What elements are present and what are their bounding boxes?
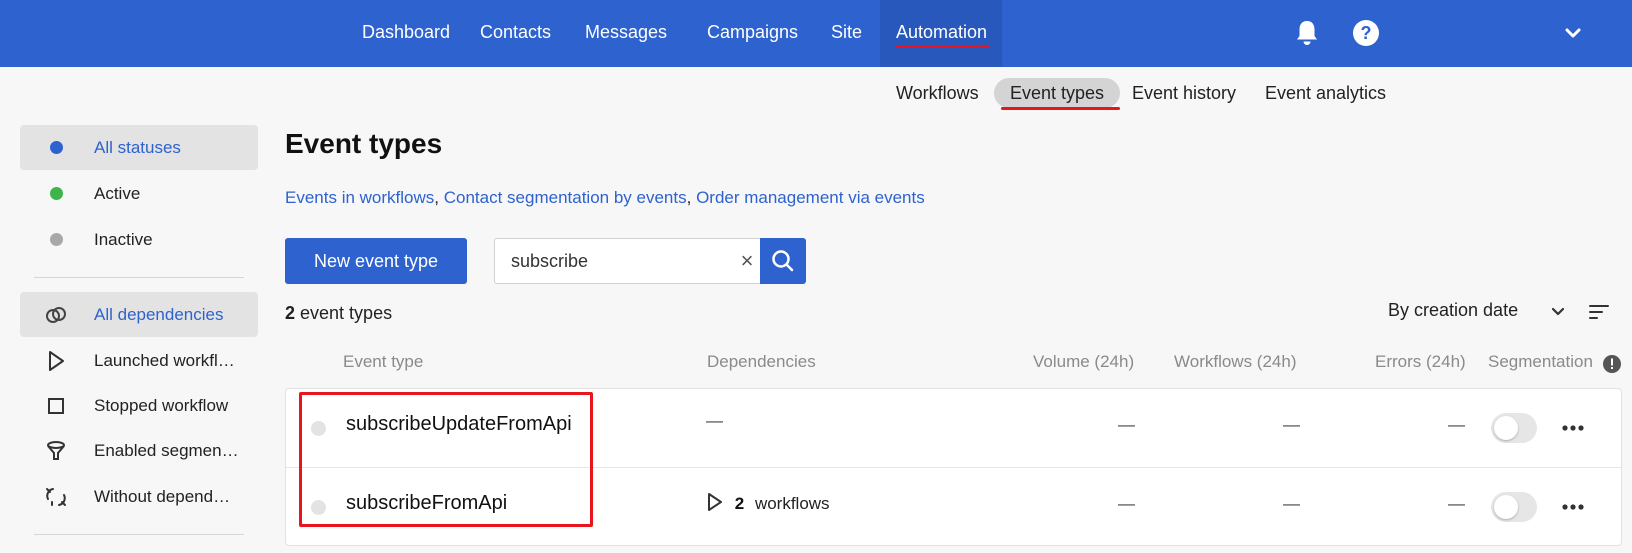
dependency-count: 2 xyxy=(734,494,745,513)
filter-active[interactable]: Active xyxy=(20,171,258,216)
dependencies-cell: — xyxy=(706,411,723,430)
sidebar-divider xyxy=(34,534,244,535)
play-icon xyxy=(708,493,722,511)
column-header-event-type[interactable]: Event type xyxy=(343,352,423,372)
filter-label: All statuses xyxy=(94,138,181,157)
stop-icon xyxy=(44,394,68,418)
link-separator: , xyxy=(686,188,697,207)
workflows-cell: — xyxy=(1283,494,1300,513)
filter-all-dependencies[interactable]: All dependencies xyxy=(20,292,258,337)
sort-chevron-down-icon[interactable] xyxy=(1548,302,1568,322)
event-type-count: 2 event types xyxy=(285,303,392,324)
filter-label: Inactive xyxy=(94,230,153,249)
toggle-knob xyxy=(1494,416,1518,440)
nav-automation[interactable]: Automation xyxy=(880,0,1002,67)
table-row[interactable]: subscribeFromApi 2 workflows — — — xyxy=(286,467,1621,545)
filter-stopped-workflow[interactable]: Stopped workflow xyxy=(20,383,258,428)
subnav-event-types[interactable]: Event types xyxy=(994,78,1121,108)
filter-label: Enabled segmen… xyxy=(94,441,239,460)
bell-icon[interactable] xyxy=(1290,16,1324,50)
link-order-management[interactable]: Order management via events xyxy=(696,188,925,207)
event-types-table: subscribeUpdateFromApi — — — — subscribe… xyxy=(285,388,1622,546)
volume-cell: — xyxy=(1118,494,1135,513)
filter-enabled-segmentation[interactable]: Enabled segmen… xyxy=(20,428,258,473)
status-dot xyxy=(311,421,326,436)
search-button[interactable] xyxy=(760,238,806,284)
column-header-dependencies: Dependencies xyxy=(707,352,816,371)
sort-order-icon[interactable] xyxy=(1588,302,1610,322)
filter-label: All dependencies xyxy=(94,305,224,324)
column-header-segmentation: Segmentation xyxy=(1488,352,1593,371)
filter-label: Without depend… xyxy=(94,487,231,506)
search-box: × xyxy=(494,238,806,284)
nav-contacts[interactable]: Contacts xyxy=(480,0,551,67)
nav-messages[interactable]: Messages xyxy=(585,0,667,67)
segmentation-toggle[interactable] xyxy=(1491,492,1537,522)
new-event-type-button[interactable]: New event type xyxy=(285,238,467,284)
nav-campaigns[interactable]: Campaigns xyxy=(707,0,798,67)
filter-label: Active xyxy=(94,184,141,203)
link-icon xyxy=(44,303,68,327)
info-icon[interactable] xyxy=(1602,354,1622,374)
filter-without-dependencies[interactable]: Without depend… xyxy=(20,474,258,519)
workflows-cell: — xyxy=(1283,415,1300,434)
toggle-knob xyxy=(1494,495,1518,519)
event-type-name[interactable]: subscribeFromApi xyxy=(346,492,507,515)
help-icon[interactable]: ? xyxy=(1349,16,1383,50)
active-subnav-underline xyxy=(1001,107,1120,110)
event-type-name[interactable]: subscribeUpdateFromApi xyxy=(346,413,572,436)
filter-inactive[interactable]: Inactive xyxy=(20,217,258,262)
link-separator: , xyxy=(434,188,444,207)
link-contact-segmentation[interactable]: Contact segmentation by events xyxy=(444,188,687,207)
play-icon xyxy=(44,349,68,373)
status-dot-green xyxy=(50,187,63,200)
more-options-icon[interactable] xyxy=(1556,411,1590,445)
svg-text:?: ? xyxy=(1361,23,1372,43)
funnel-icon xyxy=(44,439,68,463)
column-header-workflows[interactable]: Workflows (24h) xyxy=(1174,352,1297,372)
count-number: 2 xyxy=(285,303,296,323)
segmentation-toggle[interactable] xyxy=(1491,413,1537,443)
sort-dropdown[interactable]: By creation date xyxy=(1388,300,1518,321)
help-links: Events in workflows, Contact segmentatio… xyxy=(285,188,925,208)
link-events-in-workflows[interactable]: Events in workflows xyxy=(285,188,434,207)
filter-launched-workflow[interactable]: Launched workfl… xyxy=(20,338,258,383)
subnav-event-history[interactable]: Event history xyxy=(1132,78,1236,108)
nav-dashboard[interactable]: Dashboard xyxy=(362,0,450,67)
search-icon xyxy=(772,250,794,272)
status-dot-gray xyxy=(50,233,63,246)
filter-label: Launched workfl… xyxy=(94,351,235,370)
nav-site[interactable]: Site xyxy=(831,0,862,67)
filter-all-statuses[interactable]: All statuses xyxy=(20,125,258,170)
top-navigation-bar: Dashboard Contacts Messages Campaigns Si… xyxy=(0,0,1632,67)
search-input[interactable] xyxy=(511,239,731,283)
status-dot xyxy=(311,500,326,515)
subnav-workflows[interactable]: Workflows xyxy=(896,78,979,108)
count-label: event types xyxy=(295,303,393,323)
errors-cell: — xyxy=(1448,415,1465,434)
more-options-icon[interactable] xyxy=(1556,490,1590,524)
page-title: Event types xyxy=(285,128,443,159)
column-header-volume[interactable]: Volume (24h) xyxy=(1033,352,1134,372)
clear-search-icon[interactable]: × xyxy=(733,247,761,275)
column-header-errors[interactable]: Errors (24h) xyxy=(1375,352,1466,372)
active-nav-underline xyxy=(896,45,990,48)
volume-cell: — xyxy=(1118,415,1135,434)
dependency-label: workflows xyxy=(754,494,830,513)
table-row[interactable]: subscribeUpdateFromApi — — — — xyxy=(286,389,1621,467)
dependencies-cell[interactable]: 2 workflows xyxy=(706,492,830,514)
chevron-down-icon[interactable] xyxy=(1556,16,1590,50)
status-dot-blue xyxy=(50,141,63,154)
subnav-event-analytics[interactable]: Event analytics xyxy=(1265,78,1386,108)
sidebar-divider xyxy=(34,277,244,278)
filter-label: Stopped workflow xyxy=(94,396,229,415)
errors-cell: — xyxy=(1448,494,1465,513)
broken-link-icon xyxy=(44,485,68,509)
nav-automation-label: Automation xyxy=(896,22,988,42)
